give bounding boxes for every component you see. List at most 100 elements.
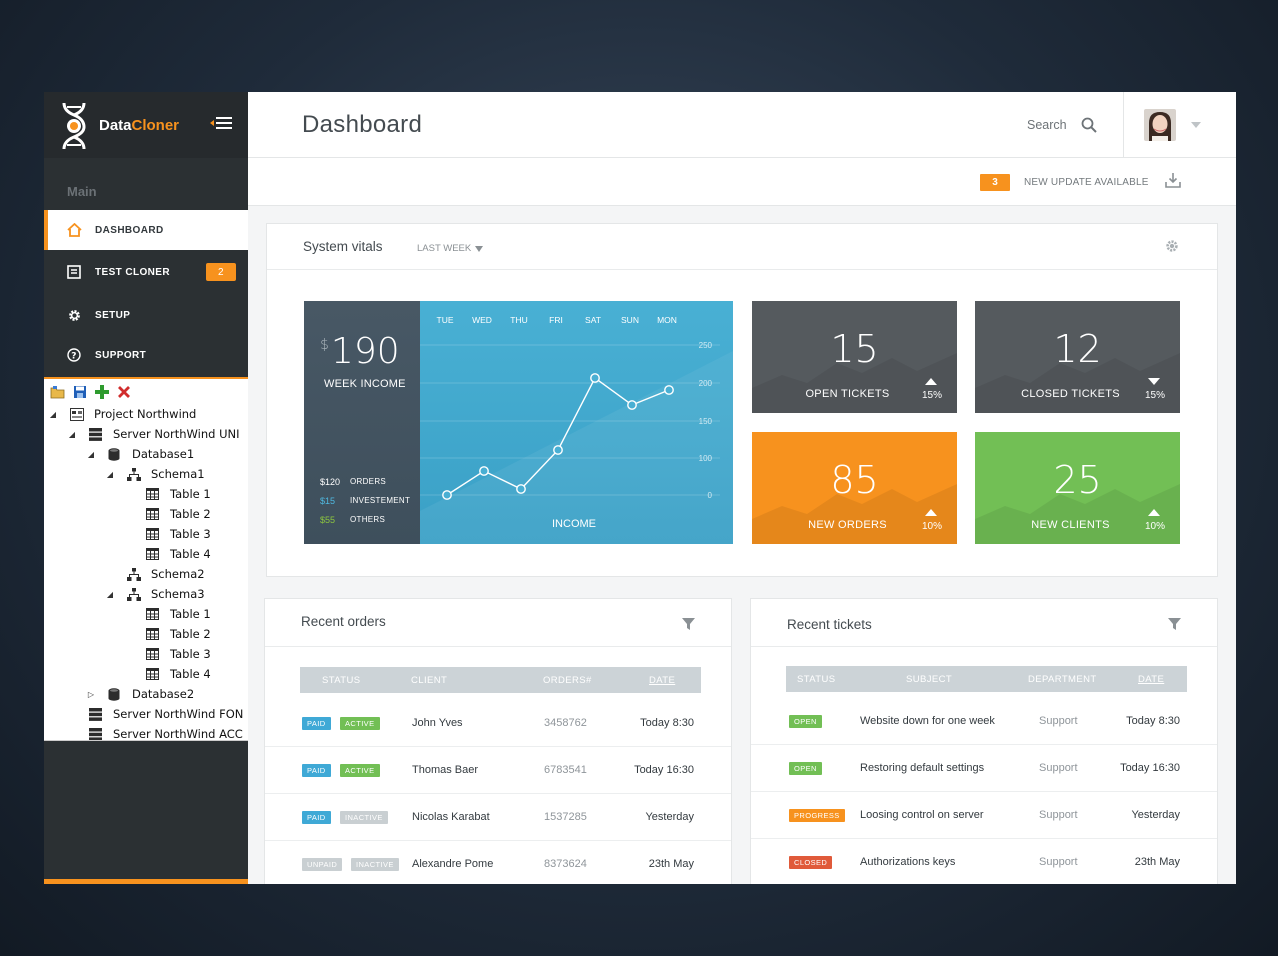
menu-toggle-icon[interactable] — [210, 114, 232, 136]
open-folder-icon[interactable] — [50, 384, 66, 400]
collapse-arrow-icon[interactable]: ◢ — [48, 410, 58, 419]
tree-node[interactable]: Table 4 — [44, 664, 248, 684]
sidebar-item-dashboard[interactable]: DASHBOARD — [44, 210, 248, 250]
data-point[interactable] — [553, 445, 563, 455]
schema-icon — [127, 588, 141, 601]
x-tick-label: TUE — [437, 315, 454, 325]
save-icon[interactable] — [72, 384, 88, 400]
gear-icon — [66, 307, 82, 323]
client-name: Alexandre Pome — [412, 858, 494, 870]
table-row[interactable]: UNPAID INACTIVE Alexandre Pome 8373624 23th … — [265, 841, 731, 884]
table-icon — [146, 528, 160, 541]
chart-background-shade — [420, 351, 733, 544]
column-header-status[interactable]: STATUS — [322, 675, 360, 686]
update-text[interactable]: NEW UPDATE AVAILABLE — [1024, 177, 1149, 188]
x-tick-label: WED — [472, 315, 492, 325]
collapse-arrow-icon[interactable]: ◢ — [105, 590, 115, 599]
filter-icon[interactable] — [682, 617, 695, 635]
column-header-status[interactable]: STATUS — [797, 674, 835, 685]
card-header: Recent tickets — [751, 599, 1217, 647]
tree-node[interactable]: ◢ Schema1 — [44, 464, 248, 484]
column-header-subject[interactable]: SUBJECT — [906, 674, 952, 685]
column-header-department[interactable]: DEPARTMENT — [1028, 674, 1097, 685]
new-orders-tile[interactable]: 85 NEW ORDERS 10% — [752, 432, 957, 544]
delete-icon[interactable] — [116, 384, 132, 400]
tree-node[interactable]: Table 3 — [44, 644, 248, 664]
logo-icon — [60, 101, 88, 150]
filter-icon[interactable] — [1168, 617, 1181, 635]
sidebar-item-test-cloner[interactable]: TEST CLONER 2 — [44, 251, 248, 293]
collapse-arrow-icon[interactable]: ◢ — [105, 470, 115, 479]
system-vitals-card: System vitals LAST WEEK $190 WEEK INCOME… — [266, 223, 1218, 577]
table-row[interactable]: PROGRESS Loosing control on server Support… — [751, 792, 1217, 839]
tree-node[interactable]: ▷ Database2 — [44, 684, 248, 704]
sidebar-item-support[interactable]: ? SUPPORT — [44, 337, 248, 373]
payment-badge: PAID — [302, 810, 331, 824]
table-row[interactable]: PAID ACTIVE John Yves 3458762 Today 8:30 — [265, 700, 731, 747]
tree-node[interactable]: Table 1 — [44, 484, 248, 504]
tree-node[interactable]: Table 2 — [44, 504, 248, 524]
income-chart: 250 200 150 100 0 TUE WED THU FRI SAT SUN MON INCOME — [420, 301, 733, 544]
table-icon — [146, 648, 160, 661]
table-row[interactable]: PAID INACTIVE Nicolas Karabat 1537285 Yester… — [265, 794, 731, 841]
table-row[interactable]: OPEN Website down for one week Support Toda… — [751, 698, 1217, 745]
tree-node[interactable]: Schema2 — [44, 564, 248, 584]
orders-table-header: STATUS CLIENT ORDERS# DATE — [300, 667, 701, 693]
data-point[interactable] — [627, 400, 637, 410]
collapse-arrow-icon[interactable]: ◢ — [86, 450, 96, 459]
tree-node[interactable]: Table 2 — [44, 624, 248, 644]
sidebar-bottom-bar — [44, 879, 248, 884]
tree-node-label: Database2 — [132, 687, 195, 701]
tree-node[interactable]: Server NorthWind FON — [44, 704, 248, 724]
collapse-arrow-icon[interactable]: ◢ — [67, 430, 77, 439]
tree-node[interactable]: Server NorthWind ACC — [44, 724, 248, 740]
ticket-date: Yesterday — [1131, 809, 1180, 821]
column-header-orders[interactable]: ORDERS# — [543, 675, 592, 686]
tree-node[interactable]: ◢ Schema3 — [44, 584, 248, 604]
data-point[interactable] — [664, 385, 674, 395]
tree-node[interactable]: Table 1 — [44, 604, 248, 624]
client-name: Thomas Baer — [412, 764, 479, 776]
column-header-date[interactable]: DATE — [1138, 674, 1164, 685]
table-icon — [146, 488, 160, 501]
range-select[interactable]: LAST WEEK — [417, 243, 484, 254]
data-point[interactable] — [516, 484, 526, 494]
ticket-subject: Website down for one week — [860, 715, 995, 727]
tree-node[interactable]: ◢ Server NorthWind UNI — [44, 424, 248, 444]
user-menu[interactable] — [1123, 92, 1236, 158]
tree-node-label: Table 1 — [170, 607, 211, 621]
tile-value: 12 — [1053, 327, 1102, 371]
tree-node[interactable]: ◢ Database1 — [44, 444, 248, 464]
new-clients-tile[interactable]: 25 NEW CLIENTS 10% — [975, 432, 1180, 544]
table-row[interactable]: OPEN Restoring default settings Support Tod… — [751, 745, 1217, 792]
tree-node[interactable]: Table 4 — [44, 544, 248, 564]
column-header-date[interactable]: DATE — [649, 675, 675, 686]
order-number: 6783541 — [544, 764, 587, 776]
header: Dashboard Search — [248, 92, 1236, 158]
data-point[interactable] — [442, 490, 452, 500]
avatar — [1144, 109, 1176, 141]
tree-node[interactable]: ◢ Project Northwind — [44, 404, 248, 424]
status-badge: ACTIVE — [340, 763, 380, 777]
tree-node-label: Schema1 — [151, 467, 205, 481]
data-point[interactable] — [479, 466, 489, 476]
add-icon[interactable] — [94, 384, 110, 400]
gear-icon[interactable] — [1165, 239, 1179, 258]
search-icon — [1081, 117, 1097, 133]
table-row[interactable]: PAID ACTIVE Thomas Baer 6783541 Today 16:30 — [265, 747, 731, 794]
column-header-client[interactable]: CLIENT — [411, 675, 447, 686]
download-icon[interactable] — [1165, 172, 1181, 193]
tree-node[interactable]: Table 3 — [44, 524, 248, 544]
tree-node-label: Table 3 — [170, 527, 211, 541]
sidebar-item-setup[interactable]: SETUP — [44, 293, 248, 337]
tile-value: 85 — [830, 458, 879, 502]
tree-node-label: Schema2 — [151, 567, 205, 581]
caret-down-icon — [475, 245, 484, 252]
open-tickets-tile[interactable]: 15 OPEN TICKETS 15% — [752, 301, 957, 413]
status-badge: ACTIVE — [340, 716, 380, 730]
search-button[interactable]: Search — [1027, 117, 1097, 133]
expand-arrow-icon[interactable]: ▷ — [86, 690, 96, 699]
table-row[interactable]: CLOSED Authorizations keys Support 23th May — [751, 839, 1217, 884]
closed-tickets-tile[interactable]: 12 CLOSED TICKETS 15% — [975, 301, 1180, 413]
data-point[interactable] — [590, 373, 600, 383]
